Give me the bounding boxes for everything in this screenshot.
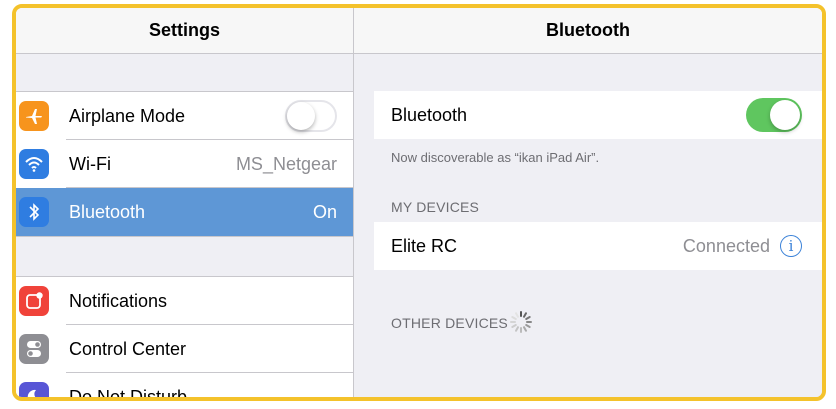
device-status: Connected xyxy=(682,235,770,256)
toggle-knob xyxy=(770,100,800,130)
sidebar-item-label: Bluetooth xyxy=(69,201,146,222)
wifi-icon xyxy=(19,149,49,179)
sidebar-item-control-center[interactable]: Control Center xyxy=(16,325,353,373)
my-devices-header: MY DEVICES xyxy=(391,199,480,215)
sidebar-item-label: Control Center xyxy=(69,338,187,359)
airplane-mode-toggle[interactable] xyxy=(285,100,337,132)
bluetooth-detail-pane: Bluetooth Bluetooth Now discoverable as … xyxy=(354,8,822,397)
bluetooth-toggle[interactable] xyxy=(746,98,802,132)
other-devices-header: OTHER DEVICES xyxy=(391,315,508,331)
ipad-settings-window: Settings Airplane Mode Wi-Fi MS_Netgear … xyxy=(12,4,826,401)
settings-title: Settings xyxy=(16,8,353,54)
sidebar-item-airplane-mode[interactable]: Airplane Mode xyxy=(16,92,353,140)
settings-group-system: Notifications Control Center Do Not Dist… xyxy=(16,276,353,401)
device-name: Elite RC xyxy=(391,235,458,256)
settings-group-connectivity: Airplane Mode Wi-Fi MS_Netgear Bluetooth… xyxy=(16,91,353,237)
sidebar-item-label: Airplane Mode xyxy=(69,105,186,126)
sidebar-item-wifi[interactable]: Wi-Fi MS_Netgear xyxy=(16,140,353,188)
bluetooth-icon xyxy=(19,197,49,227)
settings-sidebar: Settings Airplane Mode Wi-Fi MS_Netgear … xyxy=(16,8,354,397)
bluetooth-page-title: Bluetooth xyxy=(354,8,822,54)
bluetooth-status-value: On xyxy=(312,201,337,222)
sidebar-item-label: Do Not Disturb xyxy=(69,386,188,401)
bluetooth-toggle-label: Bluetooth xyxy=(391,104,468,125)
bluetooth-toggle-row: Bluetooth xyxy=(374,91,822,139)
moon-icon xyxy=(19,382,49,397)
control-center-icon xyxy=(19,334,49,364)
loading-spinner-icon xyxy=(510,311,532,333)
sidebar-item-label: Wi-Fi xyxy=(69,153,111,174)
notifications-icon xyxy=(19,286,49,316)
sidebar-item-bluetooth[interactable]: Bluetooth On xyxy=(16,188,353,236)
info-icon[interactable]: i xyxy=(780,235,802,257)
wifi-network-value: MS_Netgear xyxy=(235,153,337,174)
discoverable-note: Now discoverable as “ikan iPad Air”. xyxy=(391,150,600,165)
sidebar-item-notifications[interactable]: Notifications xyxy=(16,277,353,325)
toggle-knob xyxy=(287,102,315,130)
sidebar-item-label: Notifications xyxy=(69,290,168,311)
device-row-elite-rc[interactable]: Elite RC Connected i xyxy=(374,222,822,270)
sidebar-item-do-not-disturb[interactable]: Do Not Disturb xyxy=(16,373,353,401)
airplane-icon xyxy=(19,101,49,131)
